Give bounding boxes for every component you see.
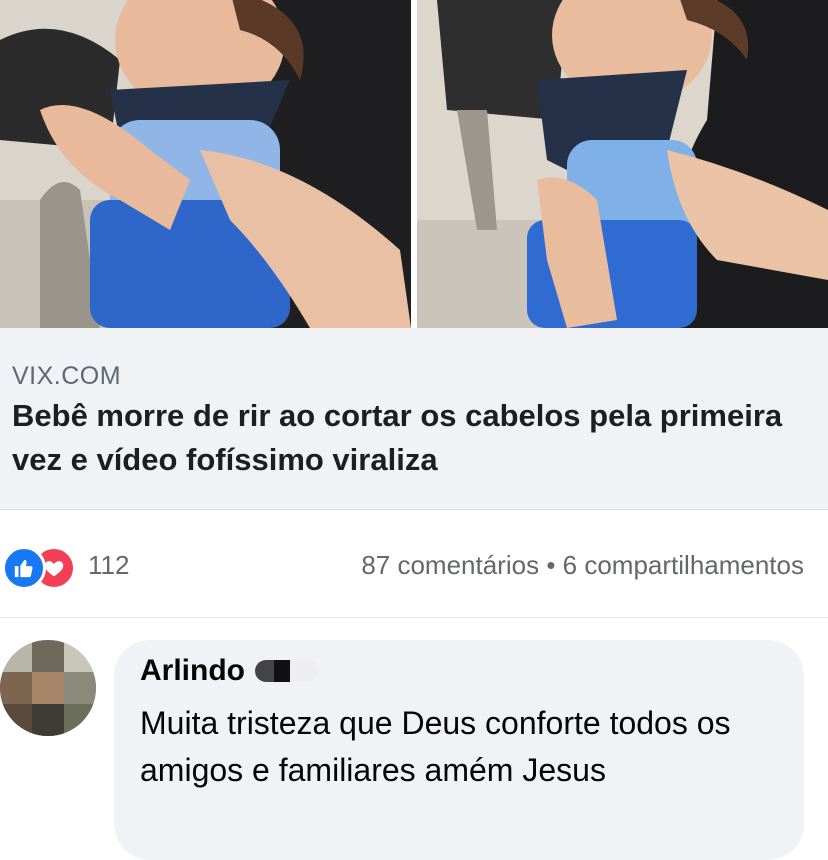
avatar[interactable] [0, 640, 96, 736]
link-preview-card[interactable]: VIX.COM Bebê morre de rir ao cortar os c… [0, 328, 828, 510]
link-source: VIX.COM [12, 362, 122, 390]
comments-count[interactable]: 87 comentários [361, 550, 539, 580]
reaction-icons[interactable] [2, 546, 78, 590]
stats-separator: • [546, 550, 556, 580]
post-photos[interactable] [0, 0, 828, 328]
comment-author[interactable]: Arlindo [140, 654, 319, 688]
comment: Arlindo Muita tristeza que Deus conforte… [0, 618, 828, 860]
shares-count[interactable]: 6 compartilhamentos [563, 550, 804, 580]
comment-bubble: Arlindo Muita tristeza que Deus conforte… [114, 640, 804, 860]
reaction-count[interactable]: 112 [88, 550, 129, 581]
baby-photo-right[interactable] [417, 0, 828, 328]
like-icon [2, 546, 46, 590]
link-headline[interactable]: Bebê morre de rir ao cortar os cabelos p… [12, 394, 812, 482]
comment-author-name[interactable]: Arlindo [140, 654, 245, 688]
baby-photo-left[interactable] [0, 0, 411, 328]
reactions-bar: 112 87 comentários • 6 compartilhamentos [0, 510, 828, 618]
redacted-name-mark [255, 660, 319, 682]
comment-text: Muita tristeza que Deus conforte todos o… [140, 705, 731, 788]
engagement-stats: 87 comentários • 6 compartilhamentos [361, 550, 804, 581]
